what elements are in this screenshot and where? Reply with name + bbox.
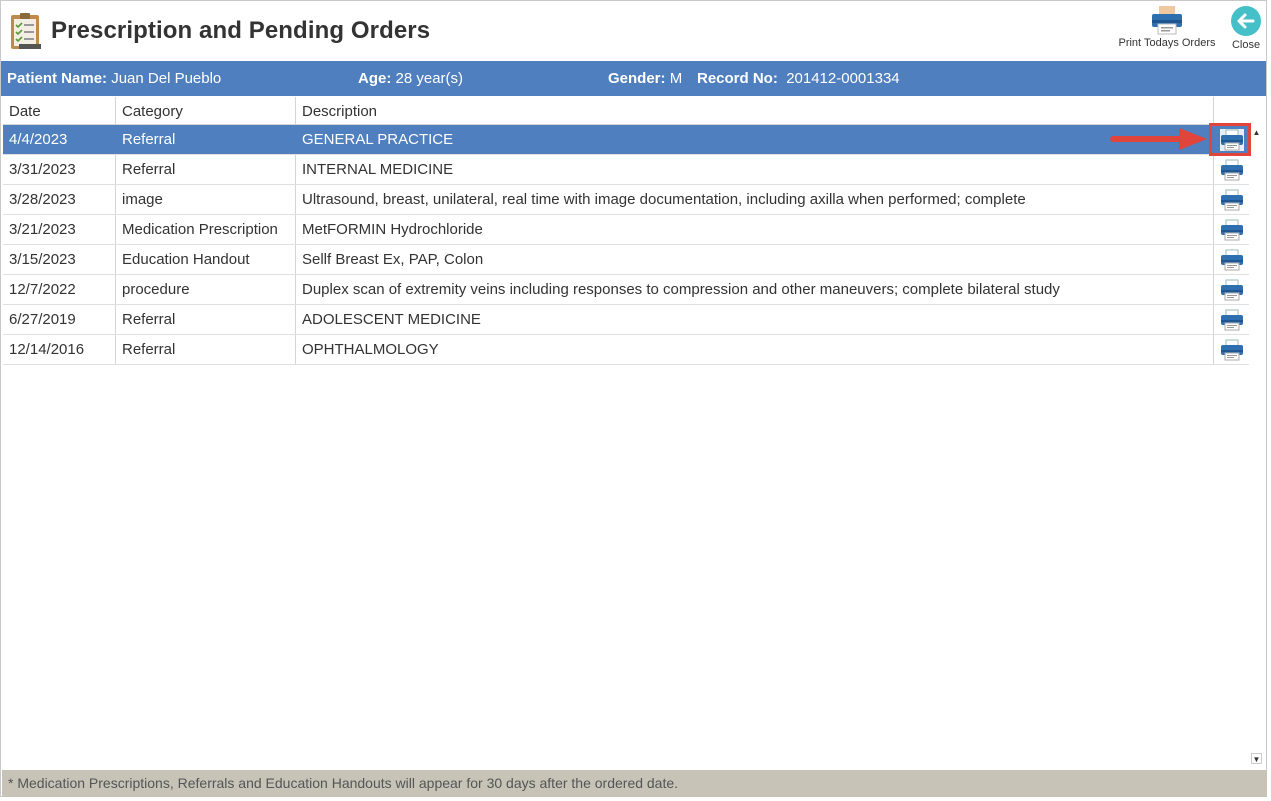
printer-icon bbox=[1220, 249, 1244, 274]
patient-name-value: Juan Del Pueblo bbox=[111, 70, 222, 87]
row-category: procedure bbox=[115, 275, 295, 304]
table-row[interactable]: 12/7/2022 procedure Duplex scan of extremi… bbox=[3, 275, 1249, 305]
annotation-highlight-box bbox=[1209, 123, 1251, 156]
header: Prescription and Pending Orders Print To… bbox=[1, 1, 1266, 61]
row-description: Duplex scan of extremity veins including… bbox=[295, 275, 1213, 304]
row-category: Medication Prescription bbox=[115, 215, 295, 244]
annotation-arrow bbox=[1110, 128, 1207, 150]
print-order-button[interactable] bbox=[1220, 309, 1244, 331]
print-order-button[interactable] bbox=[1220, 219, 1244, 241]
grid-body: 4/4/2023 Referral GENERAL PRACTICE 3/31/202… bbox=[3, 125, 1249, 365]
printer-icon bbox=[1220, 309, 1244, 334]
row-category: Education Handout bbox=[115, 245, 295, 274]
row-action bbox=[1213, 185, 1249, 214]
row-action bbox=[1213, 305, 1249, 334]
column-header-date[interactable]: Date bbox=[3, 97, 115, 125]
grid-header: Date Category Description bbox=[3, 97, 1249, 125]
row-category: image bbox=[115, 185, 295, 214]
row-date: 3/15/2023 bbox=[9, 251, 76, 268]
row-description: Ultrasound, breast, unilateral, real tim… bbox=[295, 185, 1213, 214]
patient-gender-label: Gender: bbox=[608, 70, 666, 87]
page-title: Prescription and Pending Orders bbox=[51, 17, 431, 44]
printer-icon bbox=[1220, 159, 1244, 184]
row-category: Referral bbox=[115, 305, 295, 334]
row-action bbox=[1213, 335, 1249, 364]
row-action bbox=[1213, 155, 1249, 184]
table-row[interactable]: 4/4/2023 Referral GENERAL PRACTICE bbox=[3, 125, 1249, 155]
row-action bbox=[1213, 215, 1249, 244]
print-todays-orders-label: Print Todays Orders bbox=[1118, 37, 1216, 49]
column-header-action bbox=[1213, 97, 1249, 125]
row-category: Referral bbox=[115, 335, 295, 364]
table-row[interactable]: 3/15/2023 Education Handout Sellf Breast E… bbox=[3, 245, 1249, 275]
footer-note: * Medication Prescriptions, Referrals an… bbox=[2, 770, 1267, 797]
printer-icon bbox=[1220, 189, 1244, 214]
column-header-category[interactable]: Category bbox=[115, 97, 295, 125]
patient-gender: Gender: M bbox=[608, 70, 682, 87]
patient-record-value: 201412-0001334 bbox=[786, 70, 900, 87]
column-header-description[interactable]: Description bbox=[295, 97, 1213, 125]
row-date: 4/4/2023 bbox=[9, 131, 68, 148]
printer-icon bbox=[1220, 279, 1244, 304]
patient-record: Record No: 201412-0001334 bbox=[697, 70, 900, 87]
row-description: OPHTHALMOLOGY bbox=[295, 335, 1213, 364]
row-category: Referral bbox=[115, 155, 295, 184]
row-date: 12/14/2016 bbox=[9, 341, 85, 358]
table-row[interactable]: 6/27/2019 Referral ADOLESCENT MEDICINE bbox=[3, 305, 1249, 335]
back-arrow-circle-icon bbox=[1231, 6, 1261, 36]
orders-window: Prescription and Pending Orders Print To… bbox=[0, 0, 1267, 797]
vertical-scrollbar[interactable]: ▲ ▼ bbox=[1249, 125, 1264, 767]
printer-icon bbox=[1152, 6, 1182, 35]
row-date: 6/27/2019 bbox=[9, 311, 76, 328]
print-order-button[interactable] bbox=[1220, 339, 1244, 361]
patient-age: Age: 28 year(s) bbox=[358, 70, 463, 87]
patient-name: Patient Name: Juan Del Pueblo bbox=[7, 70, 221, 87]
patient-age-value: 28 year(s) bbox=[395, 70, 464, 87]
print-order-button[interactable] bbox=[1220, 249, 1244, 271]
row-date: 12/7/2022 bbox=[9, 281, 76, 298]
row-action bbox=[1213, 245, 1249, 274]
row-description: MetFORMIN Hydrochloride bbox=[295, 215, 1213, 244]
close-label: Close bbox=[1231, 39, 1261, 51]
row-description: Sellf Breast Ex, PAP, Colon bbox=[295, 245, 1213, 274]
table-row[interactable]: 3/28/2023 image Ultrasound, breast, unilat… bbox=[3, 185, 1249, 215]
patient-gender-value: M bbox=[669, 70, 683, 87]
patient-info-bar: Patient Name: Juan Del Pueblo Age: 28 ye… bbox=[1, 61, 1266, 96]
print-order-button[interactable] bbox=[1220, 159, 1244, 181]
row-category: Referral bbox=[115, 125, 295, 154]
patient-record-label: Record No: bbox=[697, 70, 778, 87]
row-date: 3/28/2023 bbox=[9, 191, 76, 208]
clipboard-checklist-icon bbox=[11, 13, 41, 49]
printer-icon bbox=[1220, 219, 1244, 244]
close-button[interactable]: Close bbox=[1225, 5, 1267, 51]
row-date: 3/31/2023 bbox=[9, 161, 76, 178]
patient-age-label: Age: bbox=[358, 70, 392, 87]
orders-grid: Date Category Description 4/4/2023 Referr… bbox=[3, 97, 1249, 365]
row-date: 3/21/2023 bbox=[9, 221, 76, 238]
table-row[interactable]: 3/21/2023 Medication Prescription MetFORMI… bbox=[3, 215, 1249, 245]
scroll-down-button[interactable]: ▼ bbox=[1251, 753, 1262, 764]
row-description: ADOLESCENT MEDICINE bbox=[295, 305, 1213, 334]
row-description: INTERNAL MEDICINE bbox=[295, 155, 1213, 184]
patient-name-label: Patient Name: bbox=[7, 70, 108, 87]
scroll-up-button[interactable]: ▲ bbox=[1251, 127, 1262, 138]
print-order-button[interactable] bbox=[1220, 279, 1244, 301]
print-order-button[interactable] bbox=[1220, 189, 1244, 211]
table-row[interactable]: 12/14/2016 Referral OPHTHALMOLOGY bbox=[3, 335, 1249, 365]
printer-icon bbox=[1220, 339, 1244, 364]
print-todays-orders-button[interactable]: Print Todays Orders bbox=[1113, 5, 1221, 49]
row-description: GENERAL PRACTICE bbox=[295, 125, 1213, 154]
row-action bbox=[1213, 275, 1249, 304]
table-row[interactable]: 3/31/2023 Referral INTERNAL MEDICINE bbox=[3, 155, 1249, 185]
